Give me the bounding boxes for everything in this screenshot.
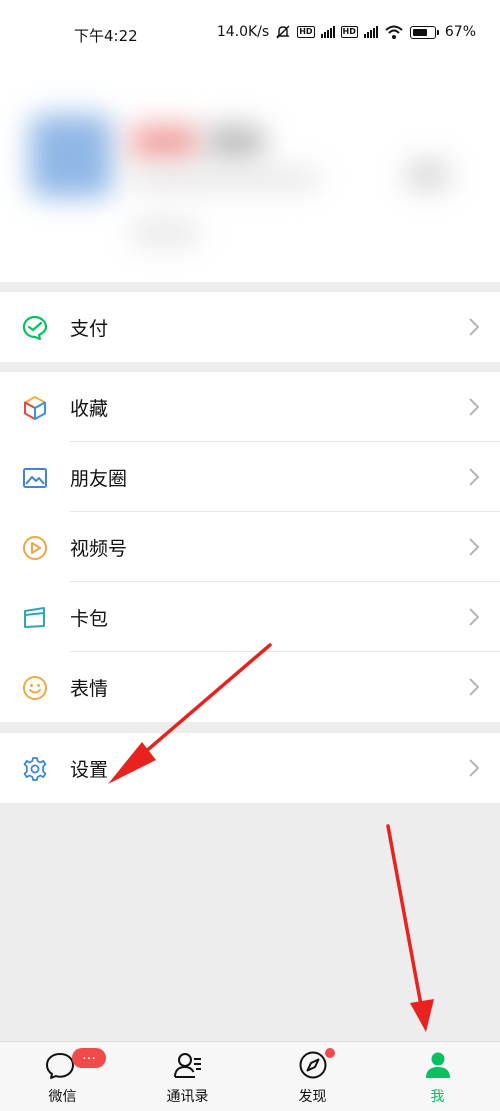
menu-item-pay[interactable]: 支付	[0, 292, 500, 362]
menu-item-favorites[interactable]: 收藏	[0, 372, 500, 442]
tab-label: 通讯录	[166, 1089, 209, 1105]
tab-chats[interactable]: … 微信	[0, 1042, 125, 1111]
menu-item-stickers[interactable]: 表情	[0, 652, 500, 722]
compass-icon	[299, 1051, 327, 1079]
tab-me[interactable]: 我	[375, 1042, 500, 1111]
gear-icon	[23, 757, 47, 781]
chevron-right-icon	[469, 608, 480, 626]
menu-item-label: 设置	[70, 759, 109, 781]
settings-group: 设置	[0, 733, 500, 803]
cube-icon	[24, 396, 46, 420]
pay-group: 支付	[0, 292, 500, 362]
wechat-me-screen: 下午4:22 14.0K/s HD HD 67% 支付 收藏 朋友圈 视频号 卡…	[0, 0, 500, 1111]
person-icon	[426, 1052, 450, 1078]
menu-item-cards[interactable]: 卡包	[0, 582, 500, 652]
unread-badge: …	[72, 1048, 106, 1068]
menu-item-label: 朋友圈	[70, 468, 128, 490]
menu-item-channels[interactable]: 视频号	[0, 512, 500, 582]
play-icon	[23, 536, 47, 560]
profile-header[interactable]	[0, 70, 500, 282]
chevron-right-icon	[469, 678, 480, 696]
menu-item-label: 卡包	[70, 608, 109, 630]
menu-item-moments[interactable]: 朋友圈	[0, 442, 500, 512]
status-bar: 下午4:22 14.0K/s HD HD 67%	[0, 0, 500, 70]
pay-icon	[22, 315, 48, 341]
chevron-right-icon	[469, 318, 480, 336]
chevron-right-icon	[469, 759, 480, 777]
menu-item-label: 表情	[70, 678, 109, 700]
contacts-icon	[174, 1053, 201, 1078]
chevron-right-icon	[469, 468, 480, 486]
signal-icon	[320, 26, 335, 38]
menu-item-label: 视频号	[70, 538, 128, 560]
menu-item-settings[interactable]: 设置	[0, 733, 500, 803]
wifi-icon	[385, 25, 403, 39]
battery-icon	[409, 25, 439, 39]
status-time: 下午4:22	[74, 27, 138, 45]
hd-icon: HD	[340, 26, 358, 38]
tab-label: 发现	[298, 1089, 327, 1105]
arrow-to-me-tab	[386, 824, 434, 1032]
services-group: 收藏 朋友圈 视频号 卡包 表情	[0, 372, 500, 722]
menu-item-label: 收藏	[70, 398, 109, 420]
net-speed: 14.0K/s	[216, 24, 270, 40]
signal-icon	[363, 26, 378, 38]
smile-icon	[23, 676, 47, 700]
tab-label: 我	[430, 1089, 445, 1105]
profile-id	[130, 170, 320, 188]
qr-code-icon[interactable]	[405, 160, 450, 190]
profile-name-suffix	[205, 125, 265, 160]
tab-contacts[interactable]: 通讯录	[125, 1042, 250, 1111]
mute-icon	[276, 25, 290, 39]
menu-item-label: 支付	[70, 318, 109, 340]
card-icon	[24, 607, 45, 628]
battery-percent: 67%	[444, 24, 476, 40]
chevron-right-icon	[469, 398, 480, 416]
hd-icon: HD	[297, 26, 315, 38]
new-dot-badge	[325, 1048, 335, 1058]
image-icon	[23, 468, 47, 488]
status-button[interactable]	[130, 220, 200, 245]
chevron-right-icon	[469, 538, 480, 556]
chat-bubble-icon	[46, 1053, 74, 1079]
tab-label: 微信	[48, 1089, 77, 1105]
profile-name	[130, 125, 200, 160]
status-indicators: 14.0K/s HD HD 67%	[217, 24, 476, 40]
bottom-tab-bar: … 微信 通讯录 发现 我	[0, 1041, 500, 1111]
tab-discover[interactable]: 发现	[250, 1042, 375, 1111]
avatar[interactable]	[30, 115, 112, 197]
